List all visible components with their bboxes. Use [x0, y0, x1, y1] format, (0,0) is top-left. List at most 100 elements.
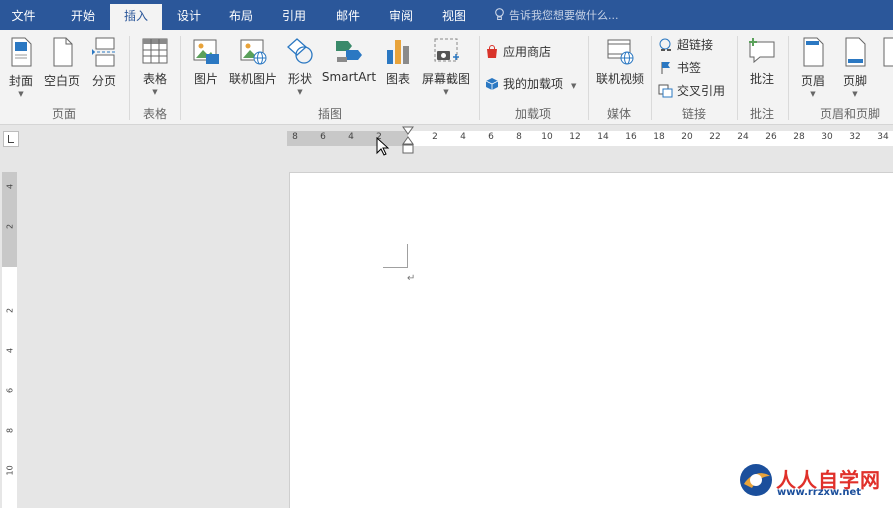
page-break-icon	[92, 37, 117, 67]
group-pages-label: 页面	[51, 107, 76, 121]
hyperlink-icon	[659, 38, 671, 51]
ruler-tick-label: 26	[765, 132, 777, 142]
chevron-down-icon: ▼	[810, 90, 816, 98]
table-label: 表格	[142, 72, 167, 86]
tab-mailings[interactable]: 邮件	[325, 0, 371, 30]
ruler-tick-label: 18	[653, 132, 665, 142]
ruler-tick-label: 2	[432, 132, 438, 142]
ruler-tick-label: 34	[877, 132, 889, 142]
my-addins-button[interactable]: 我的加载项 ▼	[485, 75, 576, 92]
chevron-down-icon: ▼	[852, 90, 858, 98]
group-divider	[180, 36, 181, 120]
indent-markers[interactable]	[401, 126, 415, 159]
page-break-button[interactable]: 分页	[87, 36, 121, 89]
screenshot-icon	[434, 38, 459, 62]
online-video-label: 联机视频	[595, 72, 644, 86]
cover-page-icon	[11, 37, 32, 67]
ruler-tick-label: 28	[793, 132, 805, 142]
comment-button[interactable]: 批注	[744, 36, 780, 87]
group-header-footer-label: 页眉和页脚	[820, 107, 881, 121]
tab-layout[interactable]: 布局	[218, 0, 264, 30]
group-divider	[588, 36, 589, 120]
table-button[interactable]: 表格 ▼	[137, 36, 173, 96]
my-addins-label: 我的加载项	[503, 77, 564, 91]
ruler-tick-label: 4	[5, 347, 15, 354]
store-button[interactable]: 应用商店	[485, 43, 551, 60]
comment-label: 批注	[749, 72, 774, 86]
ruler-tick-label: 12	[569, 132, 581, 142]
ruler-tick-label: 4	[348, 132, 354, 142]
chevron-down-icon: ▼	[152, 88, 158, 96]
cover-page-button[interactable]: 封面 ▼	[4, 36, 38, 98]
ruler-tick-label: 16	[625, 132, 637, 142]
addins-icon	[485, 78, 499, 90]
group-media-label: 媒体	[606, 107, 631, 121]
tab-selector[interactable]	[3, 131, 19, 147]
ribbon-tab-bar: 文件 开始 插入 设计 布局 引用 邮件 审阅 视图 告诉我您想要做什么...	[0, 0, 893, 30]
margin-crop-mark	[383, 244, 408, 268]
bookmark-icon	[661, 62, 670, 74]
blank-page-label: 空白页	[43, 74, 80, 88]
tab-home[interactable]: 开始	[59, 0, 107, 30]
tab-view[interactable]: 视图	[431, 0, 477, 30]
online-video-button[interactable]: 联机视频	[594, 36, 646, 87]
shapes-icon	[287, 38, 313, 64]
tab-file[interactable]: 文件	[0, 0, 47, 30]
header-button[interactable]: 页眉 ▼	[796, 36, 830, 98]
cross-reference-icon	[658, 84, 673, 98]
footer-button[interactable]: 页脚 ▼	[838, 36, 872, 98]
tell-me-box[interactable]: 告诉我您想要做什么...	[494, 0, 619, 30]
picture-button[interactable]: 图片	[188, 36, 224, 87]
tab-design[interactable]: 设计	[167, 0, 211, 30]
group-tables-label: 表格	[142, 107, 167, 121]
shapes-label: 形状	[287, 72, 312, 86]
mouse-cursor-icon	[376, 136, 390, 160]
group-divider	[129, 36, 130, 120]
ribbon: 封面 ▼ 空白页 分页 页面 表格 ▼ 表格 图片 联机图片 形状 ▼ Smar…	[0, 30, 893, 125]
group-divider	[788, 36, 789, 120]
ruler-tick-label: 24	[737, 132, 749, 142]
chevron-down-icon: ▼	[571, 82, 577, 90]
ruler-tick-label: 6	[5, 387, 15, 394]
chart-button[interactable]: 图表	[383, 36, 413, 87]
shapes-button[interactable]: 形状 ▼	[283, 36, 317, 96]
screenshot-button[interactable]: 屏幕截图 ▼	[419, 36, 473, 96]
group-links-label: 链接	[681, 107, 706, 121]
indent-marker-icon	[402, 126, 414, 154]
footer-icon	[845, 37, 866, 67]
tab-insert[interactable]: 插入	[110, 4, 162, 30]
tab-references[interactable]: 引用	[271, 0, 317, 30]
online-video-icon	[607, 39, 634, 65]
vertical-ruler[interactable]: 4 2 2 4 6 8 10	[2, 172, 17, 508]
ruler-tick-label: 4	[460, 132, 466, 142]
ruler-tick-label: 10	[5, 465, 15, 476]
header-label: 页眉	[800, 74, 825, 88]
blank-page-button[interactable]: 空白页	[42, 36, 82, 89]
ruler-tick-label: 8	[5, 427, 15, 434]
online-picture-icon	[240, 39, 267, 65]
ruler-tick-label: 22	[709, 132, 721, 142]
chart-label: 图表	[385, 72, 410, 86]
chevron-down-icon: ▼	[443, 88, 449, 96]
online-picture-button[interactable]: 联机图片	[228, 36, 278, 87]
hyperlink-button[interactable]: 超链接	[658, 36, 713, 53]
tab-review[interactable]: 审阅	[378, 0, 424, 30]
page-number-button[interactable]	[880, 36, 893, 68]
smartart-button[interactable]: SmartArt	[321, 36, 377, 84]
picture-label: 图片	[193, 72, 218, 86]
picture-icon	[193, 39, 219, 64]
document-page[interactable]	[289, 172, 893, 508]
bookmark-button[interactable]: 书签	[658, 59, 701, 76]
table-icon	[142, 38, 168, 64]
header-icon	[803, 37, 824, 67]
ruler-tick-label: 20	[681, 132, 693, 142]
store-label: 应用商店	[503, 45, 552, 59]
footer-label: 页脚	[842, 74, 867, 88]
smartart-icon	[336, 41, 362, 62]
cross-reference-label: 交叉引用	[677, 84, 726, 98]
cross-reference-button[interactable]: 交叉引用	[658, 82, 725, 99]
blank-page-icon	[53, 37, 73, 67]
group-divider	[737, 36, 738, 120]
online-picture-label: 联机图片	[228, 72, 277, 86]
group-comments-label: 批注	[749, 107, 774, 121]
